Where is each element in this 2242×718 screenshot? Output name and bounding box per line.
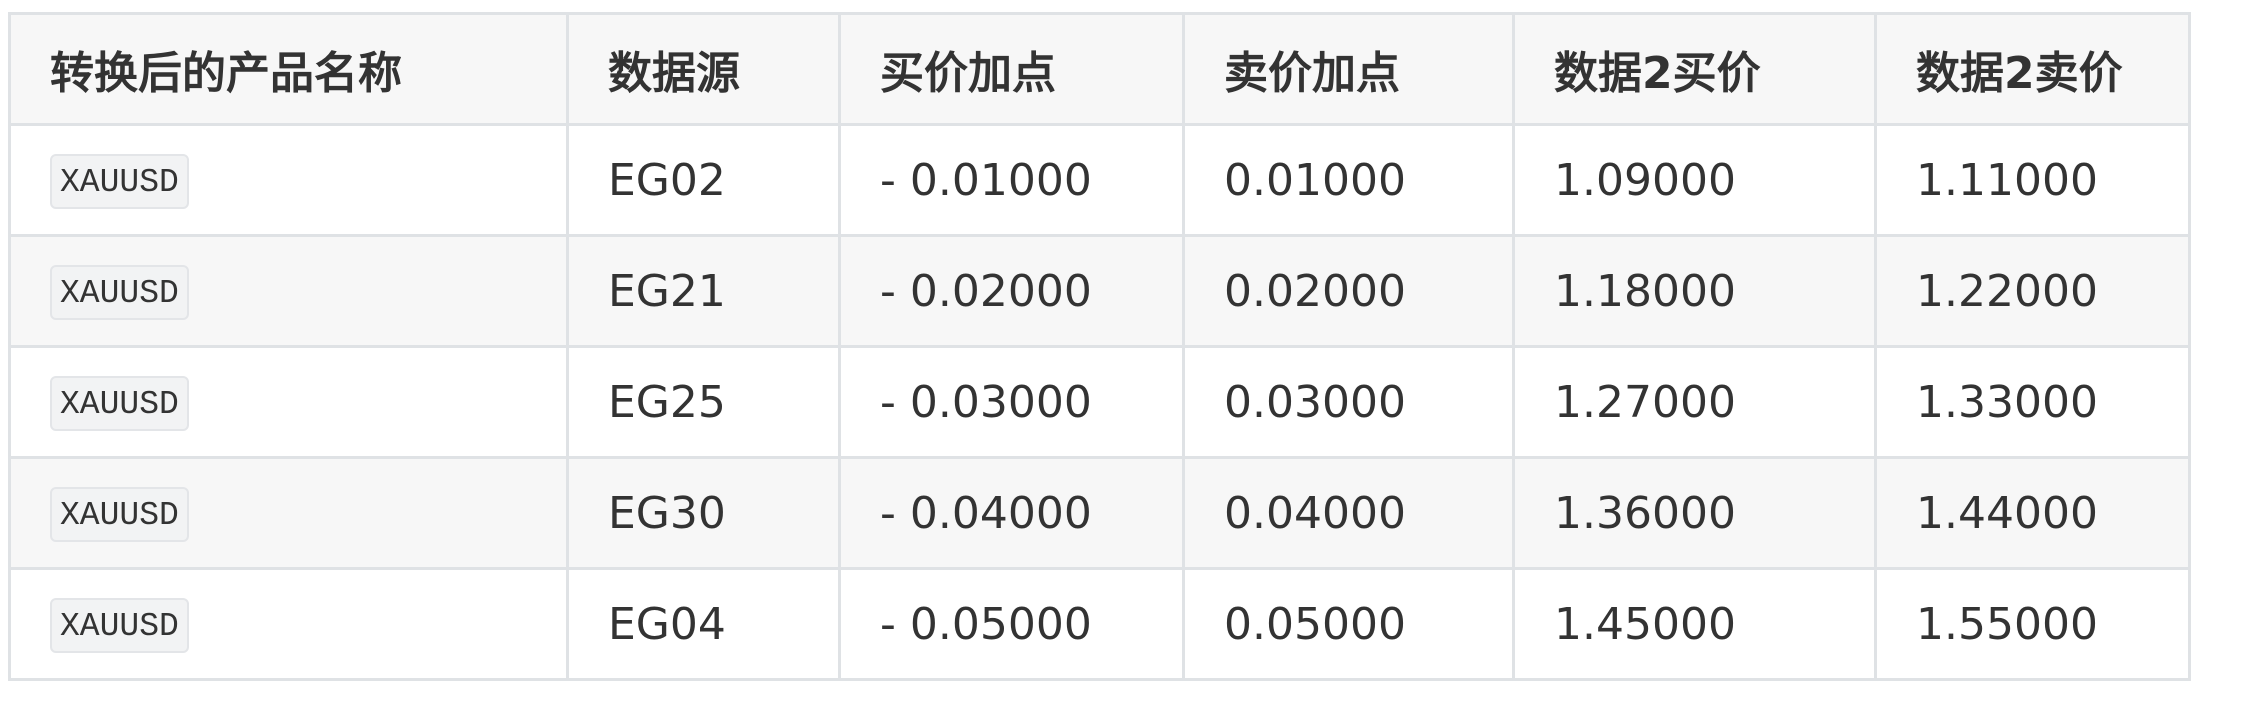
cell-data2-ask: 1.22000 — [1874, 234, 2191, 348]
cell-bid-markup: - 0.02000 — [838, 234, 1185, 348]
cell-product: XAUUSD — [8, 123, 569, 237]
product-code: XAUUSD — [50, 154, 189, 209]
cell-bid-markup: - 0.04000 — [838, 456, 1185, 570]
cell-data2-bid: 1.45000 — [1512, 567, 1877, 681]
product-mapping-table: 转换后的产品名称 数据源 买价加点 卖价加点 数据2买价 数据2卖价 XAUUS… — [8, 12, 2191, 681]
cell-product: XAUUSD — [8, 456, 569, 570]
cell-data2-ask: 1.11000 — [1874, 123, 2191, 237]
cell-ask-markup: 0.05000 — [1182, 567, 1515, 681]
product-table-container: 转换后的产品名称 数据源 买价加点 卖价加点 数据2买价 数据2卖价 XAUUS… — [8, 12, 2191, 681]
header-data-source: 数据源 — [566, 12, 841, 126]
product-code: XAUUSD — [50, 598, 189, 653]
cell-source: EG02 — [566, 123, 841, 237]
header-ask-markup: 卖价加点 — [1182, 12, 1515, 126]
cell-product: XAUUSD — [8, 234, 569, 348]
cell-ask-markup: 0.03000 — [1182, 345, 1515, 459]
cell-data2-ask: 1.33000 — [1874, 345, 2191, 459]
cell-ask-markup: 0.01000 — [1182, 123, 1515, 237]
header-data2-ask: 数据2卖价 — [1874, 12, 2191, 126]
cell-ask-markup: 0.02000 — [1182, 234, 1515, 348]
cell-source: EG30 — [566, 456, 841, 570]
cell-source: EG04 — [566, 567, 841, 681]
table-header-row: 转换后的产品名称 数据源 买价加点 卖价加点 数据2买价 数据2卖价 — [8, 12, 2191, 126]
cell-bid-markup: - 0.05000 — [838, 567, 1185, 681]
cell-source: EG21 — [566, 234, 841, 348]
table-row: XAUUSD EG04 - 0.05000 0.05000 1.45000 1.… — [8, 567, 2191, 681]
cell-data2-bid: 1.18000 — [1512, 234, 1877, 348]
cell-source: EG25 — [566, 345, 841, 459]
table-row: XAUUSD EG21 - 0.02000 0.02000 1.18000 1.… — [8, 234, 2191, 348]
cell-data2-bid: 1.27000 — [1512, 345, 1877, 459]
cell-product: XAUUSD — [8, 567, 569, 681]
table-row: XAUUSD EG02 - 0.01000 0.01000 1.09000 1.… — [8, 123, 2191, 237]
product-code: XAUUSD — [50, 265, 189, 320]
cell-data2-ask: 1.44000 — [1874, 456, 2191, 570]
cell-data2-bid: 1.36000 — [1512, 456, 1877, 570]
product-code: XAUUSD — [50, 487, 189, 542]
cell-data2-bid: 1.09000 — [1512, 123, 1877, 237]
cell-product: XAUUSD — [8, 345, 569, 459]
header-data2-bid: 数据2买价 — [1512, 12, 1877, 126]
header-converted-product-name: 转换后的产品名称 — [8, 12, 569, 126]
table-row: XAUUSD EG30 - 0.04000 0.04000 1.36000 1.… — [8, 456, 2191, 570]
product-code: XAUUSD — [50, 376, 189, 431]
table-row: XAUUSD EG25 - 0.03000 0.03000 1.27000 1.… — [8, 345, 2191, 459]
cell-bid-markup: - 0.03000 — [838, 345, 1185, 459]
cell-bid-markup: - 0.01000 — [838, 123, 1185, 237]
cell-data2-ask: 1.55000 — [1874, 567, 2191, 681]
header-bid-markup: 买价加点 — [838, 12, 1185, 126]
cell-ask-markup: 0.04000 — [1182, 456, 1515, 570]
